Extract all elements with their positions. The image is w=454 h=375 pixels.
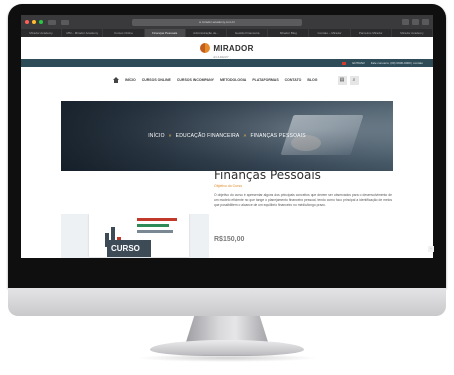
image-stripe — [137, 218, 177, 221]
address-bar[interactable]: ● mirador-academy.com.br — [132, 18, 302, 26]
back-button[interactable] — [48, 19, 56, 25]
browser-toolbar: ● mirador-academy.com.br — [21, 15, 433, 29]
monitor-shadow — [136, 354, 318, 362]
breadcrumb-separator: » — [243, 133, 247, 139]
browser-tab[interactable]: Finanças Pessoais — [144, 29, 186, 37]
course-image-label: CURSO — [107, 240, 151, 257]
browser-tab[interactable]: Mirador Academy — [21, 29, 63, 37]
login-link[interactable]: ENTRAR — [352, 61, 364, 65]
monitor-stand-neck — [186, 316, 268, 342]
image-stripe — [137, 224, 169, 227]
breadcrumb-separator: » — [168, 133, 172, 139]
course-price: R$150,00 — [214, 236, 245, 243]
contact-info: Fale conosco: (00) 0000-0000 | contato — [370, 61, 423, 65]
site-logo[interactable]: MIRADOR ACADEMY — [213, 38, 253, 59]
hero-banner: INÍCIO» EDUCAÇÃO FINANCEIRA» FINANÇAS PESS… — [61, 101, 393, 171]
breadcrumb: INÍCIO» EDUCAÇÃO FINANCEIRA» FINANÇAS PESS… — [61, 133, 393, 139]
new-tab-icon[interactable] — [412, 19, 419, 25]
close-window-icon[interactable] — [25, 20, 29, 24]
course-title: Finanças Pessoais — [214, 168, 321, 182]
flag-icon — [342, 61, 347, 65]
nav-item-metodologia[interactable]: METODOLOGIA — [220, 78, 246, 82]
browser-tab[interactable]: Gestão Financeira — [227, 29, 269, 37]
browser-tab[interactable]: Administração de... — [186, 29, 228, 37]
cart-icon[interactable]: ▤ — [337, 75, 347, 85]
browser-actions — [402, 19, 429, 25]
nav-item-in-cio[interactable]: INÍCIO — [125, 78, 136, 82]
scroll-to-top-icon[interactable]: ^ — [428, 246, 434, 252]
nav-icon-group: ▤ ⌕ — [337, 75, 359, 85]
browser-tab[interactable]: MM – Mirador Academy — [62, 29, 104, 37]
tabs-overview-icon[interactable] — [422, 19, 429, 25]
maximize-window-icon[interactable] — [39, 20, 43, 24]
browser-tab[interactable]: Parceiros Mirador — [351, 29, 392, 37]
home-icon[interactable] — [113, 77, 119, 83]
browser-tab[interactable]: Mirador Academy — [392, 29, 433, 37]
search-icon[interactable]: ⌕ — [349, 75, 359, 85]
top-info-bar: ENTRAR Fale conosco: (00) 0000-0000 | co… — [21, 59, 433, 67]
browser-tab-bar: Mirador Academy MM – Mirador Academy Curso… — [21, 29, 433, 37]
breadcrumb-home[interactable]: INÍCIO — [148, 133, 164, 139]
nav-item-cursos-incompany[interactable]: CURSOS INCOMPANY — [177, 78, 214, 82]
forward-button[interactable] — [61, 19, 69, 25]
nav-item-cursos-online[interactable]: CURSOS ONLINE — [142, 78, 171, 82]
breadcrumb-current: FINANÇAS PESSOAIS — [250, 133, 306, 139]
monitor-chin — [8, 288, 446, 316]
mirador-logo-icon[interactable] — [200, 43, 211, 53]
minimize-window-icon[interactable] — [32, 20, 36, 24]
logo-text: MIRADOR — [213, 43, 254, 53]
course-subtitle: Objetivo do Curso — [214, 184, 243, 188]
nav-item-contato[interactable]: CONTATO — [285, 78, 302, 82]
site-header: MIRADOR ACADEMY — [21, 37, 433, 59]
breadcrumb-category[interactable]: EDUCAÇÃO FINANCEIRA — [176, 133, 240, 139]
share-icon[interactable] — [402, 19, 409, 25]
image-stripe — [137, 230, 173, 233]
browser-tab[interactable]: Contato – Mirador — [309, 29, 351, 37]
course-description: O objetivo do curso é apresentar alguns … — [214, 193, 392, 207]
main-navigation: INÍCIO CURSOS ONLINE CURSOS INCOMPANY METOD… — [21, 67, 433, 93]
course-image[interactable]: CURSO — [61, 214, 209, 258]
nav-item-plataformas[interactable]: PLATAFORMAS — [252, 78, 278, 82]
logo-subtext: ACADEMY — [213, 55, 230, 59]
browser-tab[interactable]: Cursos Online — [103, 29, 145, 37]
browser-tab[interactable]: Mirador Blog — [268, 29, 310, 37]
nav-item-blog[interactable]: BLOG — [307, 78, 317, 82]
